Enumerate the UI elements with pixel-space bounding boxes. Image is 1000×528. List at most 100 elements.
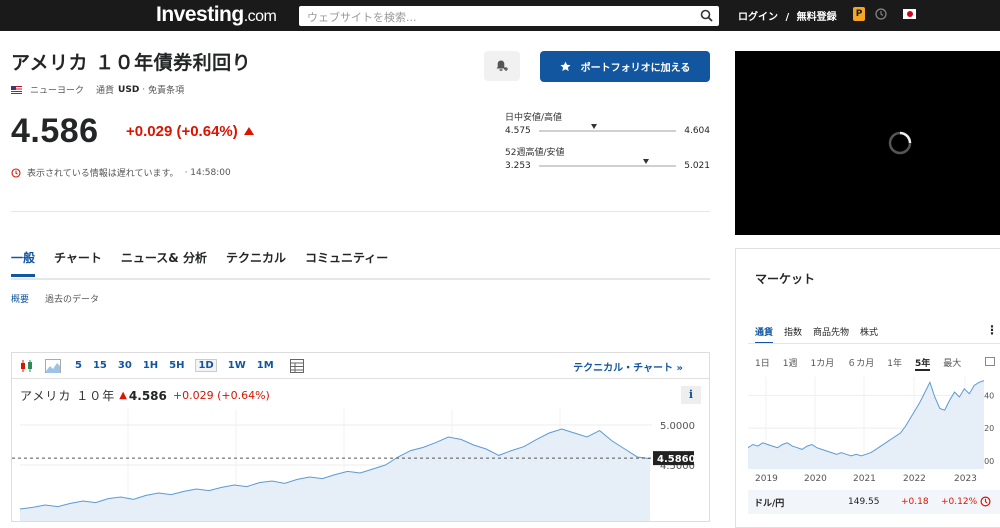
tab-technical[interactable]: テクニカル	[226, 249, 286, 277]
last-price: 4.586	[11, 112, 99, 150]
alert-bell-button[interactable]	[484, 51, 520, 81]
period-1m[interactable]: 1カ月	[810, 356, 834, 371]
video-player[interactable]	[735, 51, 1000, 235]
tab-chart[interactable]: チャート	[54, 249, 102, 277]
week52-high: 5.021	[684, 161, 710, 171]
auth-links: ログイン / 無料登録	[738, 8, 841, 23]
daily-range-label: 日中安値/高値	[505, 113, 563, 123]
interval-15[interactable]: 15	[93, 360, 107, 371]
week52-low: 3.253	[505, 161, 531, 171]
main-price-chart: 5.00004.50004.5860	[12, 409, 696, 521]
tab-underline	[11, 278, 710, 280]
loading-spinner-icon	[888, 131, 912, 155]
register-link[interactable]: 無料登録	[797, 12, 837, 23]
legend-symbol: アメリカ １０年	[20, 389, 116, 403]
week52-range: 52週高値/安値 3.253 5.021	[505, 145, 710, 171]
search-box	[299, 6, 719, 28]
market-title: マーケット	[755, 272, 816, 286]
pro-icon[interactable]: P	[853, 7, 865, 21]
divider	[748, 343, 1000, 344]
period-6m[interactable]: ６カ月	[847, 356, 874, 371]
week52-range-marker	[643, 159, 650, 164]
market-periods: 1日 1週 1カ月 ６カ月 1年 5年 最大	[755, 356, 974, 371]
x-tick-label: 2020	[804, 474, 827, 484]
area-chart-icon[interactable]	[42, 357, 64, 375]
period-1w[interactable]: 1週	[783, 356, 798, 371]
week52-range-label: 52週高値/安値	[505, 148, 565, 158]
market-row-name: ドル/円	[754, 498, 785, 509]
interval-1w[interactable]: 1W	[228, 360, 246, 371]
chart-legend: アメリカ １０年 ▲ 4.586 +0.029 (+0.64%)	[20, 387, 270, 404]
x-tick-label: 2019	[755, 474, 778, 484]
bell-plus-icon	[496, 60, 508, 71]
market-row-value: 149.55	[848, 497, 880, 507]
current-price-label: 4.5860	[657, 454, 696, 465]
period-5y[interactable]: 5年	[914, 356, 931, 371]
market-panel: マーケット 通貨 指数 商品先物 株式 ⋮ 1日 1週 1カ月 ６カ月 1年 5…	[735, 248, 1000, 528]
market-tab-currency[interactable]: 通貨	[755, 325, 774, 344]
tab-general[interactable]: 一般	[11, 249, 36, 277]
more-options-icon[interactable]: ⋮	[986, 323, 998, 337]
tab-community[interactable]: コミュニティー	[305, 249, 388, 277]
info-button[interactable]: i	[681, 386, 701, 404]
delay-time: · 14:58:00	[184, 167, 231, 178]
search-icon[interactable]	[700, 9, 713, 22]
market-tab-commodities[interactable]: 商品先物	[813, 325, 849, 344]
x-tick-label: 2023	[954, 474, 977, 484]
market-tab-stocks[interactable]: 株式	[860, 325, 878, 344]
market-tab-indices[interactable]: 指数	[784, 325, 802, 344]
period-1d[interactable]: 1日	[755, 356, 770, 371]
x-tick-label: 2021	[853, 474, 876, 484]
search-input[interactable]	[299, 7, 689, 28]
top-bar: Investing.com ログイン / 無料登録 P	[0, 0, 1000, 31]
price-change: +0.029 (+0.64%)	[126, 123, 254, 140]
interval-1m[interactable]: 1M	[257, 360, 274, 371]
interval-5h[interactable]: 5H	[169, 360, 184, 371]
investing-logo[interactable]: Investing.com	[156, 3, 277, 27]
market-area	[748, 380, 984, 469]
main-tabs: 一般 チャート ニュース& 分析 テクニカル コミュニティー	[11, 249, 407, 277]
meta-separator: ·	[142, 84, 146, 95]
delay-text: 表示されている情報は遅れています。	[27, 169, 179, 179]
market-mini-chart: 1401201002019 2020 2021 2022 2023	[748, 377, 994, 484]
add-to-portfolio-button[interactable]: ポートフォリオに加える	[540, 51, 710, 82]
subtab-historical[interactable]: 過去のデータ	[45, 292, 99, 305]
table-icon[interactable]	[286, 357, 308, 375]
chart-toolbar: 5 15 30 1H 5H 1D 1W 1M テクニカル・チャート »	[12, 353, 709, 379]
week52-range-bar	[539, 159, 676, 167]
us-flag-icon	[11, 85, 22, 94]
period-max[interactable]: 最大	[943, 356, 961, 371]
legend-change: +0.029 (+0.64%)	[172, 389, 270, 402]
star-icon	[560, 61, 571, 72]
up-arrow-icon	[243, 127, 254, 135]
tab-news[interactable]: ニュース& 分析	[121, 249, 207, 277]
chart-panel: 5 15 30 1H 5H 1D 1W 1M テクニカル・チャート » アメリカ…	[11, 352, 710, 522]
currency-label: 通貨	[96, 86, 115, 96]
technical-chart-link[interactable]: テクニカル・チャート »	[573, 359, 683, 374]
interval-1h[interactable]: 1H	[143, 360, 158, 371]
market-categories: 通貨 指数 商品先物 株式	[755, 325, 889, 344]
japan-flag-icon[interactable]	[903, 9, 916, 19]
period-1y[interactable]: 1年	[887, 356, 902, 371]
market-row-change: +0.18	[901, 497, 929, 507]
clock-icon[interactable]	[875, 8, 887, 20]
legend-arrow-icon: ▲	[119, 390, 127, 401]
disclaimer-link[interactable]: 免責条項	[148, 83, 184, 96]
interval-1d[interactable]: 1D	[195, 359, 217, 372]
divider	[11, 211, 710, 212]
interval-5[interactable]: 5	[75, 360, 82, 371]
daily-range: 日中安値/高値 4.575 4.604	[505, 110, 710, 136]
subtab-overview[interactable]: 概要	[11, 292, 29, 305]
clock-icon	[980, 496, 991, 507]
candlestick-icon[interactable]	[16, 357, 38, 375]
chart-toggle-checkbox[interactable]	[985, 357, 995, 366]
daily-range-marker	[591, 124, 598, 129]
exchange-location: ニューヨーク	[30, 86, 85, 96]
market-row-pct: +0.12%	[941, 497, 978, 507]
delay-notice: 表示されている情報は遅れています。 · 14:58:00	[11, 166, 231, 179]
instrument-meta: ニューヨーク 通貨 USD · 免責条項	[11, 83, 184, 96]
x-tick-label: 2022	[903, 474, 926, 484]
interval-30[interactable]: 30	[118, 360, 132, 371]
market-row-usdjpy[interactable]: ドル/円 149.55 +0.18 +0.12%	[748, 490, 1000, 514]
login-link[interactable]: ログイン	[738, 12, 778, 23]
